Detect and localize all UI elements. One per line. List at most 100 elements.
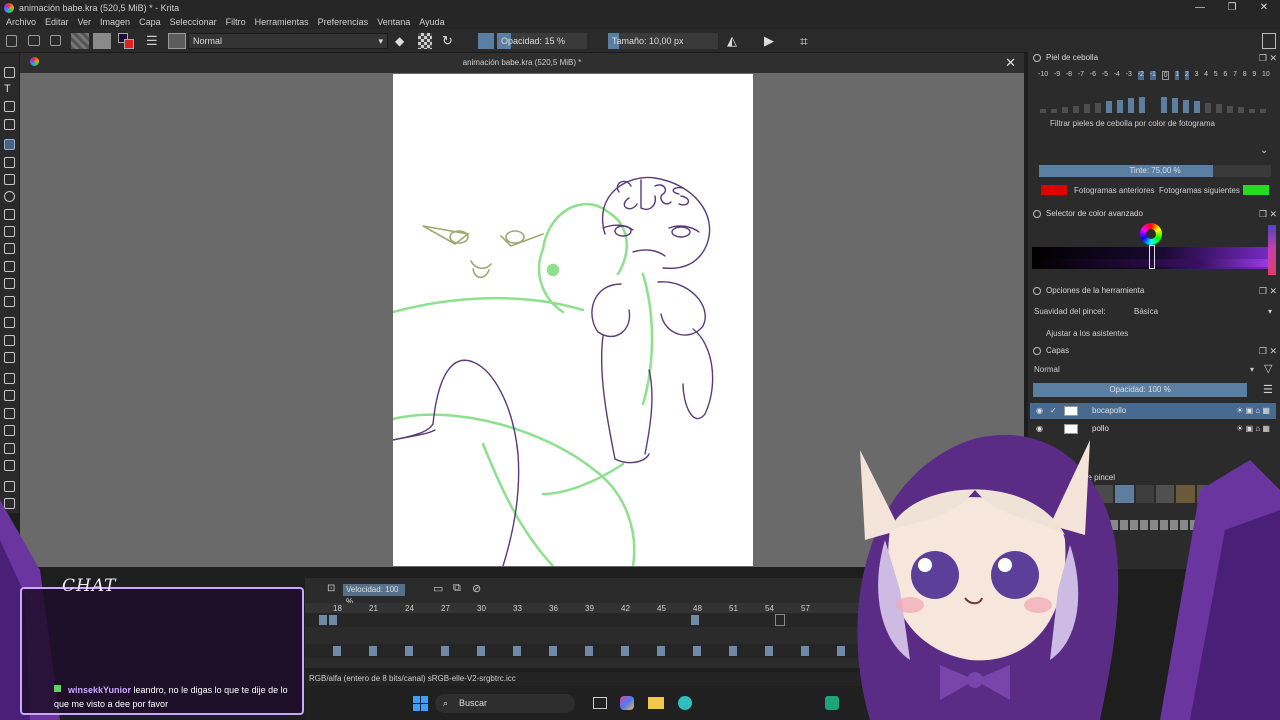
- onion-frame-number[interactable]: 1: [1175, 71, 1180, 80]
- onion-frame-number[interactable]: -10: [1038, 71, 1048, 80]
- ellipse-tool-icon[interactable]: [4, 191, 15, 202]
- onion-opacity-bar[interactable]: [1260, 109, 1266, 113]
- onion-opacity-bar[interactable]: [1172, 98, 1178, 113]
- onion-opacity-bar[interactable]: [1095, 102, 1101, 113]
- onion-frame-number[interactable]: -7: [1078, 71, 1084, 80]
- taskbar-search[interactable]: ⌕ Buscar: [435, 694, 575, 713]
- onion-frame-number[interactable]: -1: [1149, 71, 1156, 80]
- onion-frame-number[interactable]: 4: [1204, 71, 1208, 80]
- onion-opacity-bar[interactable]: [1183, 99, 1189, 113]
- onion-opacity-bar[interactable]: [1194, 101, 1200, 113]
- timeline-settings-icon[interactable]: ⊡: [327, 583, 335, 594]
- mirror-vertical-icon[interactable]: ▶: [764, 33, 780, 49]
- polyline-tool-icon[interactable]: [4, 226, 15, 237]
- menu-herramientas[interactable]: Herramientas: [255, 17, 309, 27]
- onion-opacity-bar[interactable]: [1040, 109, 1046, 113]
- dynamic-brush-tool-icon[interactable]: [4, 278, 15, 289]
- previous-frames-color-swatch[interactable]: [1041, 185, 1067, 195]
- onion-frame-number[interactable]: 2: [1184, 71, 1189, 80]
- onion-opacity-bar[interactable]: [1117, 99, 1123, 113]
- edge-icon[interactable]: [678, 696, 692, 710]
- size-slider[interactable]: Tamaño: 10,00 px: [608, 33, 718, 49]
- filter-icon[interactable]: ▽: [1264, 362, 1272, 375]
- crop-tool-icon[interactable]: [4, 352, 15, 363]
- onion-frame-number[interactable]: 0: [1161, 71, 1170, 80]
- keyframe[interactable]: [621, 646, 629, 656]
- open-folder-icon[interactable]: [28, 35, 40, 46]
- new-document-icon[interactable]: [6, 35, 17, 47]
- task-view-icon[interactable]: [593, 697, 607, 709]
- onion-opacity-bar[interactable]: [1161, 96, 1167, 113]
- transform-tool-icon[interactable]: [4, 317, 15, 328]
- keyframe[interactable]: [441, 646, 449, 656]
- calligraphy-tool-icon[interactable]: [4, 119, 15, 130]
- polygon-tool-icon[interactable]: [4, 209, 15, 220]
- onion-frame-number[interactable]: 8: [1243, 71, 1247, 80]
- layer-blend-mode-select[interactable]: Normal ▾: [1034, 365, 1256, 374]
- keyframe[interactable]: [477, 646, 485, 656]
- onion-opacity-bar[interactable]: [1238, 107, 1244, 113]
- multibrush-tool-icon[interactable]: [4, 296, 15, 307]
- onion-toggle-icon[interactable]: ▭: [433, 582, 443, 595]
- color-cursor[interactable]: [1149, 245, 1155, 269]
- text-tool-icon[interactable]: T: [4, 84, 15, 95]
- frames-toggle-icon[interactable]: ⧉: [453, 582, 461, 595]
- menu-editar[interactable]: Editar: [45, 17, 69, 27]
- menu-ver[interactable]: Ver: [78, 17, 92, 27]
- minimize-button[interactable]: —: [1184, 0, 1216, 15]
- tint-slider[interactable]: Tinte: 75,00 %: [1039, 165, 1271, 177]
- onion-frame-number[interactable]: -4: [1114, 71, 1120, 80]
- onion-frame-number[interactable]: -9: [1054, 71, 1060, 80]
- onion-frame-number[interactable]: 7: [1233, 71, 1237, 80]
- drawing-canvas[interactable]: [393, 74, 753, 566]
- blend-mode-select[interactable]: Normal ▾: [188, 33, 388, 49]
- file-explorer-icon[interactable]: [648, 697, 664, 709]
- onion-frame-number[interactable]: 3: [1195, 71, 1199, 80]
- onion-opacity-bar[interactable]: [1205, 102, 1211, 113]
- fill-tool-icon[interactable]: [4, 443, 15, 454]
- panel-float-close-icon[interactable]: ❐ ✕: [1259, 284, 1277, 298]
- menu-archivo[interactable]: Archivo: [6, 17, 36, 27]
- onion-frame-number[interactable]: 10: [1262, 71, 1270, 80]
- onion-frame-number[interactable]: 9: [1252, 71, 1256, 80]
- menu-icon[interactable]: ☰: [1263, 383, 1273, 396]
- onion-frame-number[interactable]: -5: [1102, 71, 1108, 80]
- copilot-icon[interactable]: [620, 696, 634, 710]
- panel-float-close-icon[interactable]: ❐ ✕: [1259, 51, 1277, 65]
- layer-opacity-slider[interactable]: Opacidad: 100 %: [1033, 383, 1247, 397]
- save-icon[interactable]: [50, 35, 61, 46]
- onion-opacity-bar[interactable]: [1128, 98, 1134, 113]
- freehand-path-tool-icon[interactable]: [4, 261, 15, 272]
- onion-frame-number[interactable]: 6: [1223, 71, 1227, 80]
- onion-opacity-bar[interactable]: [1216, 104, 1222, 113]
- pattern-swatch-icon[interactable]: [93, 33, 111, 49]
- menu-imagen[interactable]: Imagen: [100, 17, 130, 27]
- onion-filter-checkbox-label[interactable]: Filtrar pieles de cebolla por color de f…: [1050, 119, 1215, 128]
- keyframe[interactable]: [585, 646, 593, 656]
- chevron-down-icon[interactable]: ⌄: [1260, 145, 1268, 156]
- visibility-eye-icon[interactable]: ◉: [1036, 403, 1043, 419]
- menu-filtro[interactable]: Filtro: [226, 17, 246, 27]
- rectangle-tool-icon[interactable]: [4, 174, 15, 185]
- keyframe[interactable]: [693, 646, 701, 656]
- eraser-icon[interactable]: ◆: [395, 33, 409, 49]
- onion-skin-opacity-bars[interactable]: [1040, 85, 1270, 113]
- menu-preferencias[interactable]: Preferencias: [318, 17, 369, 27]
- snap-to-assistants-label[interactable]: Ajustar a los asistentes: [1046, 329, 1128, 338]
- onion-opacity-bar[interactable]: [1062, 107, 1068, 113]
- next-frames-color-swatch[interactable]: [1243, 185, 1269, 195]
- onion-opacity-bar[interactable]: [1150, 95, 1156, 113]
- keyframe[interactable]: [513, 646, 521, 656]
- close-button[interactable]: ✕: [1248, 0, 1280, 15]
- line-tool-icon[interactable]: [4, 157, 15, 168]
- onion-opacity-bar[interactable]: [1073, 105, 1079, 113]
- menu-ayuda[interactable]: Ayuda: [419, 17, 444, 27]
- mirror-horizontal-icon[interactable]: ◭: [727, 33, 743, 49]
- assistant-tool-icon[interactable]: [4, 481, 15, 492]
- panel-float-close-icon[interactable]: ❐ ✕: [1259, 344, 1277, 358]
- color-history-strip[interactable]: [1268, 225, 1276, 275]
- menu-capa[interactable]: Capa: [139, 17, 161, 27]
- keyframe[interactable]: [333, 646, 341, 656]
- keyframe[interactable]: [369, 646, 377, 656]
- select-tool-icon[interactable]: [4, 67, 15, 78]
